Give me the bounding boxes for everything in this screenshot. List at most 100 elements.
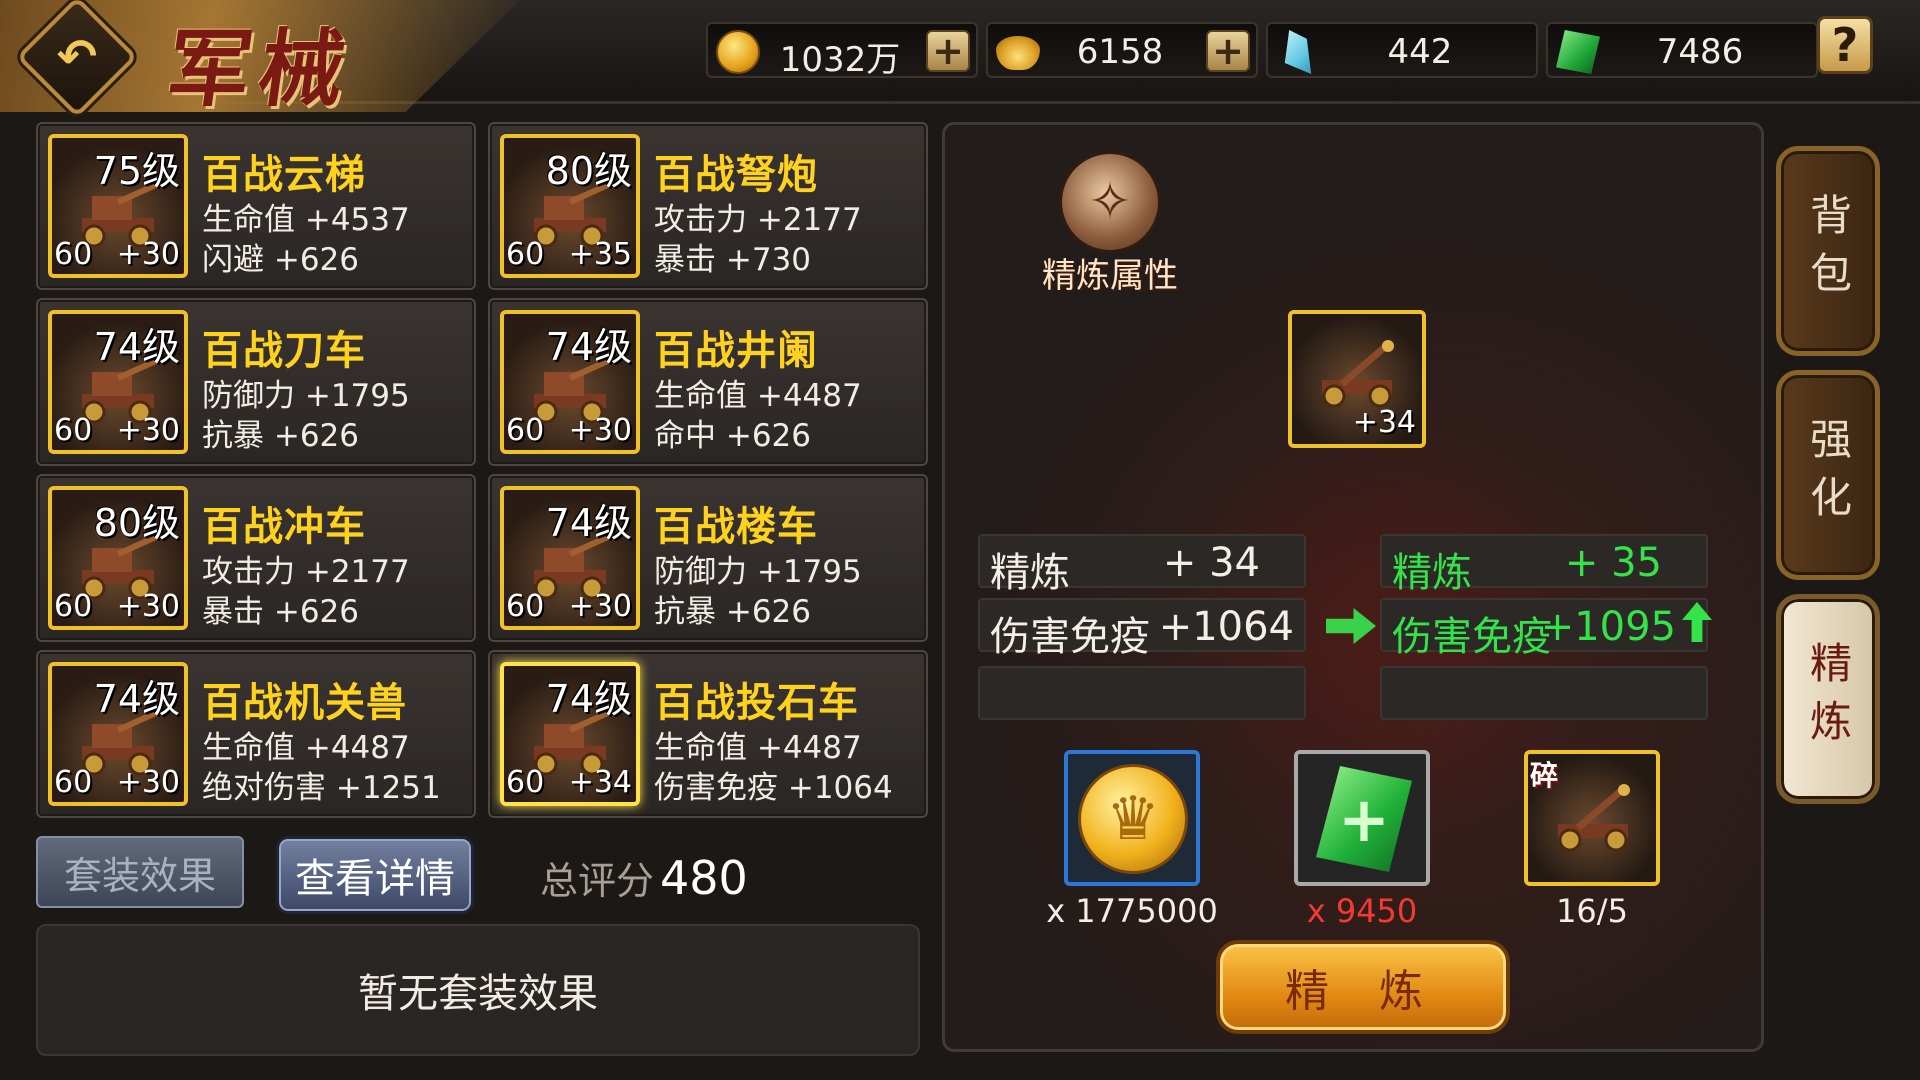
stat-up-arrow-icon	[1682, 602, 1712, 642]
cost-fragment-slot[interactable]: 碎	[1524, 750, 1660, 886]
jade-icon: +	[1316, 766, 1412, 872]
gold-value: 1032万	[779, 40, 901, 80]
cost-coin-amount: x 1775000	[1046, 892, 1218, 930]
star-icon: 60	[54, 765, 93, 800]
item-stat-primary: 攻击力 +2177	[202, 554, 410, 590]
star-icon: 60	[506, 237, 545, 272]
item-card[interactable]: 74级 60 +30 百战楼车 防御力 +1795 抗暴 +626	[488, 474, 928, 642]
current-stat-row: 伤害免疫 +1064	[978, 598, 1306, 660]
item-enhance-level: +30	[116, 765, 180, 800]
current-stat-label: 伤害免疫	[990, 614, 1150, 660]
item-card[interactable]: 80级 60 +30 百战冲车 攻击力 +2177 暴击 +626	[36, 474, 476, 642]
item-stat-secondary: 绝对伤害 +1251	[202, 770, 441, 806]
help-button[interactable]: ?	[1817, 16, 1873, 74]
item-name: 百战楼车	[654, 504, 818, 550]
item-card[interactable]: 80级 60 +35 百战弩炮 攻击力 +2177 暴击 +730	[488, 122, 928, 290]
fragment-mark: 碎	[1530, 759, 1559, 792]
item-thumbnail: 74级 60 +30	[500, 486, 640, 630]
item-name: 百战机关兽	[202, 680, 407, 726]
item-enhance-level: +30	[116, 589, 180, 624]
item-card[interactable]: 74级 60 +30 百战刀车 防御力 +1795 抗暴 +626	[36, 298, 476, 466]
current-empty-row	[978, 666, 1306, 720]
item-stat-secondary: 抗暴 +626	[202, 418, 359, 454]
tab-backpack[interactable]: 背包	[1776, 146, 1880, 356]
crystal-icon	[1284, 30, 1312, 74]
add-ingot-button[interactable]: +	[1206, 30, 1250, 72]
set-effect-button[interactable]: 套装效果	[36, 836, 244, 908]
item-card[interactable]: 74级 60 +34 百战投石车 生命值 +4487 伤害免疫 +1064	[488, 650, 928, 818]
catapult-icon	[1322, 340, 1394, 408]
item-thumbnail: 74级 60 +30	[48, 662, 188, 806]
item-thumbnail: 74级 60 +30	[48, 310, 188, 454]
item-stat-primary: 防御力 +1795	[202, 378, 410, 414]
item-stat-primary: 生命值 +4487	[654, 730, 862, 766]
currency-crystal: 442	[1266, 22, 1538, 78]
gold-ingot-icon	[996, 36, 1040, 70]
item-level: 75级	[93, 149, 180, 193]
item-name: 百战投石车	[654, 680, 859, 726]
tab-enhance[interactable]: 强化	[1776, 370, 1880, 580]
item-thumbnail: 74级 60 +34	[500, 662, 640, 806]
score-label: 总评分	[540, 859, 655, 903]
gold-coin-icon	[716, 30, 760, 74]
item-thumbnail: 80级 60 +35	[500, 134, 640, 278]
next-empty-row	[1380, 666, 1708, 720]
currency-gold: 1032万 +	[706, 22, 978, 80]
crystal-value: 442	[1387, 32, 1453, 72]
refine-button[interactable]: 精 炼	[1216, 940, 1510, 1034]
item-card[interactable]: 75级 60 +30 百战云梯 生命值 +4537 闪避 +626	[36, 122, 476, 290]
item-stat-secondary: 暴击 +730	[654, 242, 811, 278]
item-level: 74级	[93, 325, 180, 369]
jade-value: 7486	[1656, 32, 1744, 72]
item-level: 74级	[93, 677, 180, 721]
item-enhance-level: +34	[568, 765, 632, 800]
currency-ingot: 6158 +	[986, 22, 1258, 78]
cost-fragment-amount: 16/5	[1556, 892, 1628, 930]
item-stat-primary: 防御力 +1795	[654, 554, 862, 590]
ingot-value: 6158	[1076, 32, 1164, 72]
item-name: 百战井阑	[654, 328, 818, 374]
star-icon: 60	[506, 413, 545, 448]
tab-backpack-label: 背包	[1803, 193, 1853, 309]
tab-refine[interactable]: 精炼	[1776, 594, 1880, 804]
current-stat-value: +1064	[1158, 604, 1294, 650]
next-stat-label: 伤害免疫	[1392, 614, 1552, 660]
item-level: 74级	[545, 677, 632, 721]
star-icon: 60	[54, 589, 93, 624]
item-enhance-level: +35	[568, 237, 632, 272]
item-card[interactable]: 74级 60 +30 百战井阑 生命值 +4487 命中 +626	[488, 298, 928, 466]
current-refine-row: 精炼 + 34	[978, 534, 1306, 596]
current-refine-value: + 34	[1162, 540, 1260, 586]
item-level: 80级	[93, 501, 180, 545]
next-refine-row: 精炼 + 35	[1380, 534, 1708, 596]
next-stat-value: +1095	[1540, 604, 1676, 650]
item-thumbnail: 75级 60 +30	[48, 134, 188, 278]
current-refine-label: 精炼	[990, 550, 1070, 596]
item-name: 百战云梯	[202, 152, 366, 198]
cost-jade-slot[interactable]: +	[1294, 750, 1430, 886]
next-refine-label: 精炼	[1392, 550, 1472, 596]
refine-attributes-icon[interactable]: ✧	[1058, 150, 1162, 254]
star-icon: 60	[506, 765, 545, 800]
item-stat-secondary: 暴击 +626	[202, 594, 359, 630]
item-stat-primary: 生命值 +4487	[202, 730, 410, 766]
star-icon: 60	[506, 589, 545, 624]
item-stat-secondary: 闪避 +626	[202, 242, 359, 278]
gold-coin-icon: ♛	[1078, 764, 1188, 874]
jade-icon	[1556, 30, 1600, 74]
tab-enhance-label: 强化	[1803, 417, 1853, 533]
add-gold-button[interactable]: +	[926, 30, 970, 72]
refine-target-item[interactable]: +34	[1288, 310, 1426, 448]
item-name: 百战冲车	[202, 504, 366, 550]
item-level: 80级	[545, 149, 632, 193]
item-thumbnail: 80级 60 +30	[48, 486, 188, 630]
view-details-button[interactable]: 查看详情	[276, 836, 474, 914]
item-enhance-level: +30	[568, 413, 632, 448]
item-card[interactable]: 74级 60 +30 百战机关兽 生命值 +4487 绝对伤害 +1251	[36, 650, 476, 818]
refine-target-plus: +34	[1352, 405, 1416, 440]
catapult-icon	[1558, 784, 1630, 852]
cost-jade-amount: x 9450	[1306, 892, 1418, 930]
item-stat-primary: 攻击力 +2177	[654, 202, 862, 238]
star-icon: 60	[54, 237, 93, 272]
cost-coin-slot[interactable]: ♛	[1064, 750, 1200, 886]
